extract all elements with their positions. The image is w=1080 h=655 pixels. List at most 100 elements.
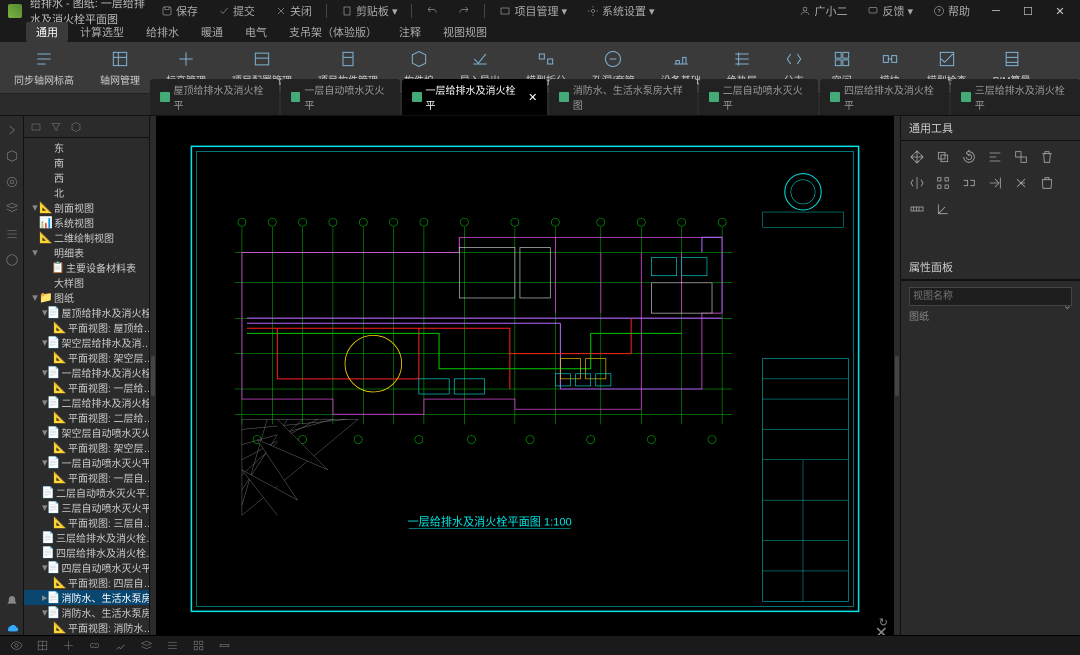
status-link-icon[interactable]	[86, 638, 102, 654]
tree-item-19[interactable]: 📄二层自动喷水灭火平…	[24, 485, 149, 500]
tree-dir-北[interactable]: 北	[24, 185, 149, 200]
filter-icon[interactable]	[50, 121, 62, 133]
tree-item-20[interactable]: ▾📄三层自动喷水灭火平…	[24, 500, 149, 515]
cube-small-icon[interactable]	[70, 121, 82, 133]
tree-item-13[interactable]: ▾📄二层给排水及消火栓…	[24, 395, 149, 410]
mirror-icon[interactable]	[907, 173, 927, 193]
project-mgmt-button[interactable]: 项目管理▾	[493, 3, 573, 19]
tree-item-25[interactable]: 📐平面视图: 四层自…	[24, 575, 149, 590]
layers-icon[interactable]	[4, 200, 20, 216]
status-grid2-icon[interactable]	[190, 638, 206, 654]
tree-item-14[interactable]: 📐平面视图: 二层给…	[24, 410, 149, 425]
drawing-canvas[interactable]: 一层给排水及消火栓平面图 1:100 ↻ ✕	[156, 116, 894, 635]
doc-tab-3[interactable]: 消防水、生活水泵房大样图	[549, 79, 697, 115]
trim-icon[interactable]	[1011, 173, 1031, 193]
tree-item-23[interactable]: 📄四层给排水及消火栓…	[24, 545, 149, 560]
tree-item-9[interactable]: ▾📄架空层给排水及消…	[24, 335, 149, 350]
doc-tab-6[interactable]: 三层给排水及消火栓平	[951, 79, 1080, 115]
user-button[interactable]: 广小二	[793, 3, 853, 19]
menu-tab-3[interactable]: 暖通	[191, 22, 233, 42]
tree-dir-南[interactable]: 南	[24, 155, 149, 170]
tree-item-5[interactable]: 大样图	[24, 275, 149, 290]
doc-tab-1[interactable]: 一层自动喷水灭火平	[281, 79, 400, 115]
tree-dir-东[interactable]: 东	[24, 140, 149, 155]
submit-button[interactable]: 提交	[212, 3, 261, 19]
status-layers-icon[interactable]	[138, 638, 154, 654]
tree-view-icon[interactable]	[30, 121, 42, 133]
status-snap-icon[interactable]	[60, 638, 76, 654]
sys-settings-button[interactable]: 系统设置▾	[581, 3, 661, 19]
tree-item-6[interactable]: ▾📁图纸	[24, 290, 149, 305]
clipboard-button[interactable]: 剪贴板▾	[335, 3, 404, 19]
redo-button[interactable]	[452, 5, 476, 17]
measure-icon[interactable]	[907, 199, 927, 219]
tree-item-10[interactable]: 📐平面视图: 架空层…	[24, 350, 149, 365]
tree-item-1[interactable]: 📊系统视图	[24, 215, 149, 230]
menu-tab-0[interactable]: 通用	[26, 22, 68, 42]
doc-tab-2[interactable]: 一层给排水及消火栓平 ✕	[402, 79, 547, 115]
cloud-icon[interactable]	[4, 619, 20, 635]
tree-item-24[interactable]: ▾📄四层自动喷水灭火平…	[24, 560, 149, 575]
menu-tab-7[interactable]: 视图规图	[433, 22, 497, 42]
close-overlay-icon[interactable]: ✕	[875, 623, 888, 635]
view-name-input[interactable]	[909, 287, 1072, 306]
status-view-icon[interactable]	[8, 638, 24, 654]
delete-icon[interactable]	[1037, 173, 1057, 193]
rotate-icon[interactable]	[959, 147, 979, 167]
tree-item-28[interactable]: 📐平面视图: 消防水…	[24, 620, 149, 635]
bell-icon[interactable]	[4, 593, 20, 609]
feedback-button[interactable]: 反馈▾	[861, 3, 919, 19]
ribbon-0[interactable]: 同步轴网标高	[10, 46, 78, 89]
doc-tab-4[interactable]: 二层自动喷水灭火平	[699, 79, 818, 115]
status-ruler-icon[interactable]	[216, 638, 232, 654]
help-button[interactable]: ?帮助	[927, 3, 976, 19]
tree-item-7[interactable]: ▾📄屋顶给排水及消火栓…	[24, 305, 149, 320]
maximize-button[interactable]: ☐	[1016, 2, 1040, 20]
tree-item-22[interactable]: 📄三层给排水及消火栓…	[24, 530, 149, 545]
close-window-button[interactable]: ✕	[1048, 2, 1072, 20]
tree-item-11[interactable]: ▾📄一层给排水及消火栓…	[24, 365, 149, 380]
save-button[interactable]: 保存	[155, 3, 204, 19]
minimize-button[interactable]: ─	[984, 2, 1008, 20]
snap-icon[interactable]	[959, 173, 979, 193]
tree-item-16[interactable]: 📐平面视图: 架空层…	[24, 440, 149, 455]
array-icon[interactable]	[933, 173, 953, 193]
move-icon[interactable]	[907, 147, 927, 167]
trash-icon[interactable]	[1037, 147, 1057, 167]
extend-icon[interactable]	[985, 173, 1005, 193]
menu-tab-2[interactable]: 给排水	[136, 22, 189, 42]
tree-item-21[interactable]: 📐平面视图: 三层自…	[24, 515, 149, 530]
angle-icon[interactable]	[933, 199, 953, 219]
tree-item-12[interactable]: 📐平面视图: 一层给…	[24, 380, 149, 395]
ribbon-1[interactable]: 轴网管理	[96, 46, 144, 89]
tree-item-15[interactable]: ▾📄架空层自动喷水灭火…	[24, 425, 149, 440]
tree-item-26[interactable]: ▸📄消防水、生活水泵房…	[24, 590, 149, 605]
tree-item-8[interactable]: 📐平面视图: 屋顶给…	[24, 320, 149, 335]
tree-dir-西[interactable]: 西	[24, 170, 149, 185]
tree-item-0[interactable]: ▾📐剖面视图	[24, 200, 149, 215]
cube-icon[interactable]	[4, 148, 20, 164]
tree-item-18[interactable]: 📐平面视图: 一层自…	[24, 470, 149, 485]
expand-icon[interactable]	[4, 122, 20, 138]
status-grid-icon[interactable]	[34, 638, 50, 654]
tree-item-2[interactable]: 📐二维绘制视图	[24, 230, 149, 245]
menu-tab-1[interactable]: 计算选型	[70, 22, 134, 42]
doc-tab-0[interactable]: 屋顶给排水及消火栓平	[150, 79, 279, 115]
align-icon[interactable]	[985, 147, 1005, 167]
close-doc-button[interactable]: 关闭	[269, 3, 318, 19]
tree-item-4[interactable]: 📋主要设备材料表	[24, 260, 149, 275]
copy-icon[interactable]	[933, 147, 953, 167]
doc-tab-5[interactable]: 四层给排水及消火栓平	[820, 79, 949, 115]
tree-item-3[interactable]: ▾明细表	[24, 245, 149, 260]
undo-button[interactable]	[420, 5, 444, 17]
menu-tab-4[interactable]: 电气	[235, 22, 277, 42]
menu-tab-5[interactable]: 支吊架（体验版）	[279, 22, 387, 42]
tree-item-27[interactable]: ▾📄消防水、生活水泵房…	[24, 605, 149, 620]
help-icon[interactable]	[4, 252, 20, 268]
status-list-icon[interactable]	[164, 638, 180, 654]
target-icon[interactable]	[4, 174, 20, 190]
status-highlight-icon[interactable]	[112, 638, 128, 654]
list-icon[interactable]	[4, 226, 20, 242]
offset-icon[interactable]	[1011, 147, 1031, 167]
menu-tab-6[interactable]: 注释	[389, 22, 431, 42]
